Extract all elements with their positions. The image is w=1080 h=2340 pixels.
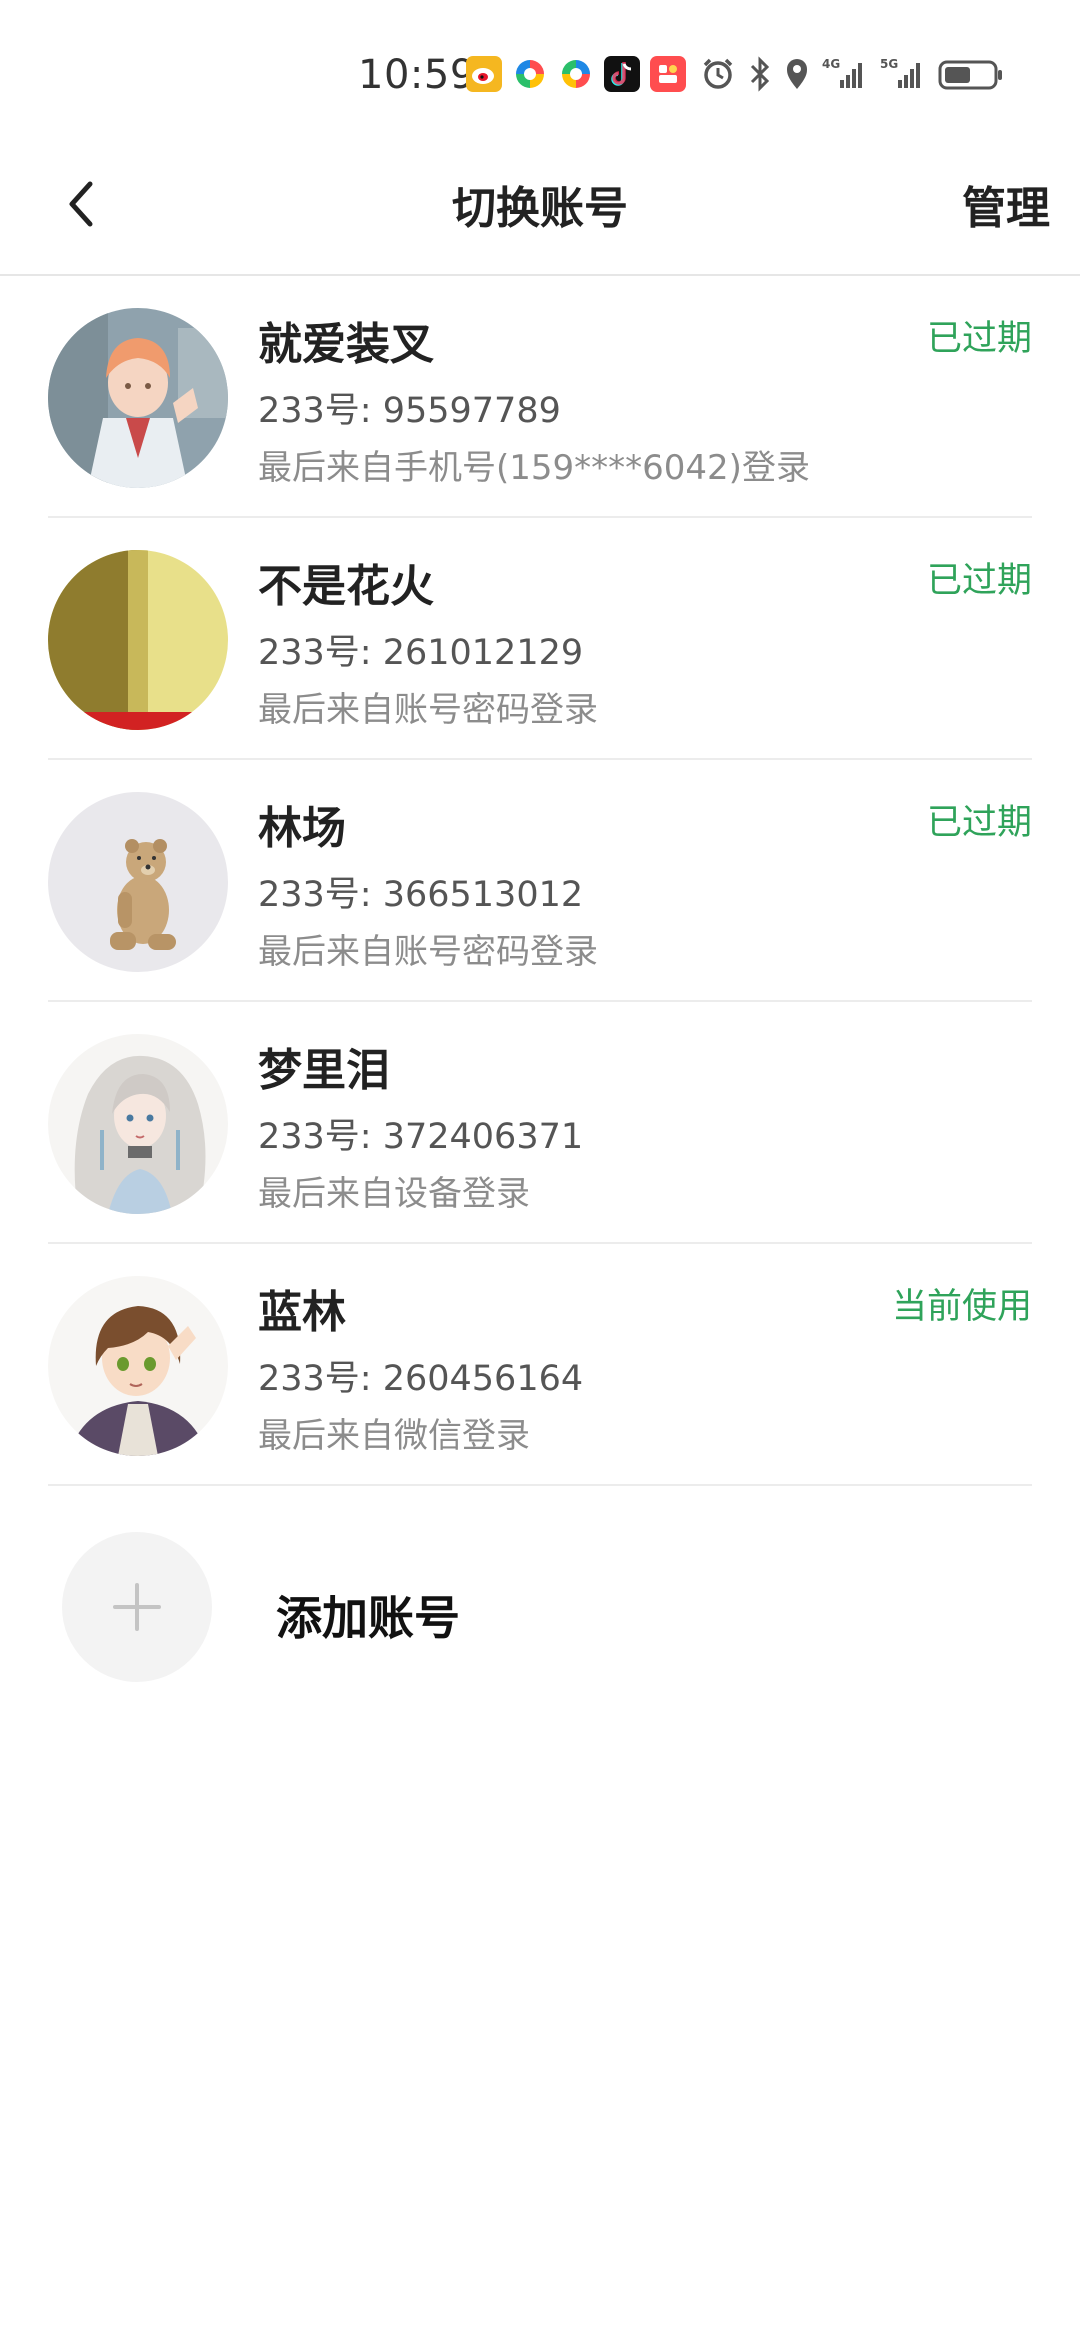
account-name: 林场 — [258, 803, 346, 854]
add-account-button[interactable]: 添加账号 — [62, 1532, 662, 1682]
account-id: 233号: 260456164 — [258, 1359, 584, 1399]
account-item[interactable]: 梦里泪 233号: 372406371 最后来自设备登录 — [48, 1002, 1032, 1244]
tiktok-icon — [604, 56, 640, 92]
account-id: 233号: 95597789 — [258, 391, 561, 431]
avatar — [48, 308, 228, 488]
system-icons: 4G 5G — [700, 56, 1016, 92]
app-icon-red — [650, 56, 686, 92]
add-account-label: 添加账号 — [276, 1591, 460, 1645]
account-login-method: 最后来自微信登录 — [258, 1416, 530, 1456]
svg-text:5G: 5G — [880, 57, 898, 71]
account-item[interactable]: 不是花火 233号: 261012129 最后来自账号密码登录 已过期 — [48, 518, 1032, 760]
alarm-icon — [700, 56, 736, 92]
account-login-method: 最后来自手机号(159****6042)登录 — [258, 448, 810, 488]
account-item[interactable]: 就爱装叉 233号: 95597789 最后来自手机号(159****6042)… — [48, 276, 1032, 518]
account-name: 不是花火 — [258, 561, 434, 612]
browser-icon-2 — [558, 56, 594, 92]
status-badge: 已过期 — [926, 561, 1032, 601]
signal-5g-icon: 5G — [880, 56, 926, 92]
account-name: 就爱装叉 — [258, 319, 434, 370]
add-account-circle[interactable] — [62, 1532, 212, 1682]
status-time: 10:59 — [358, 52, 476, 98]
status-badge: 已过期 — [926, 319, 1032, 359]
status-badge: 当前使用 — [891, 1287, 1032, 1327]
status-bar: 10:59 4G 5G — [0, 0, 1080, 150]
account-id: 233号: 372406371 — [258, 1117, 584, 1157]
account-item[interactable]: 林场 233号: 366513012 最后来自账号密码登录 已过期 — [48, 760, 1032, 1002]
account-login-method: 最后来自账号密码登录 — [258, 932, 598, 972]
account-id: 233号: 261012129 — [258, 633, 584, 673]
avatar — [48, 1276, 228, 1456]
account-name: 蓝林 — [258, 1287, 346, 1338]
account-item[interactable]: 蓝林 233号: 260456164 最后来自微信登录 当前使用 — [48, 1244, 1032, 1486]
notification-icons — [466, 56, 696, 92]
account-login-method: 最后来自设备登录 — [258, 1174, 530, 1214]
bluetooth-icon — [748, 56, 772, 92]
avatar — [48, 792, 228, 972]
account-id: 233号: 366513012 — [258, 875, 584, 915]
battery-icon — [938, 56, 1004, 92]
plus-icon — [113, 1583, 161, 1631]
weibo-icon — [466, 56, 502, 92]
svg-text:4G: 4G — [822, 57, 840, 71]
avatar — [48, 550, 228, 730]
account-list: 就爱装叉 233号: 95597789 最后来自手机号(159****6042)… — [0, 276, 1080, 1486]
location-icon — [784, 56, 810, 92]
status-badge: 已过期 — [926, 803, 1032, 843]
account-login-method: 最后来自账号密码登录 — [258, 690, 598, 730]
page-title: 切换账号 — [452, 183, 628, 234]
account-name: 梦里泪 — [258, 1045, 390, 1096]
browser-icon — [512, 56, 548, 92]
avatar — [48, 1034, 228, 1214]
manage-button[interactable]: 管理 — [962, 172, 1050, 236]
switch-account-screen: 10:59 4G 5G 切换账号 管理 就爱装叉 233号: 95597789 … — [0, 0, 1080, 2340]
nav-bar: 切换账号 管理 — [0, 150, 1080, 276]
signal-4g-icon: 4G — [822, 56, 868, 92]
